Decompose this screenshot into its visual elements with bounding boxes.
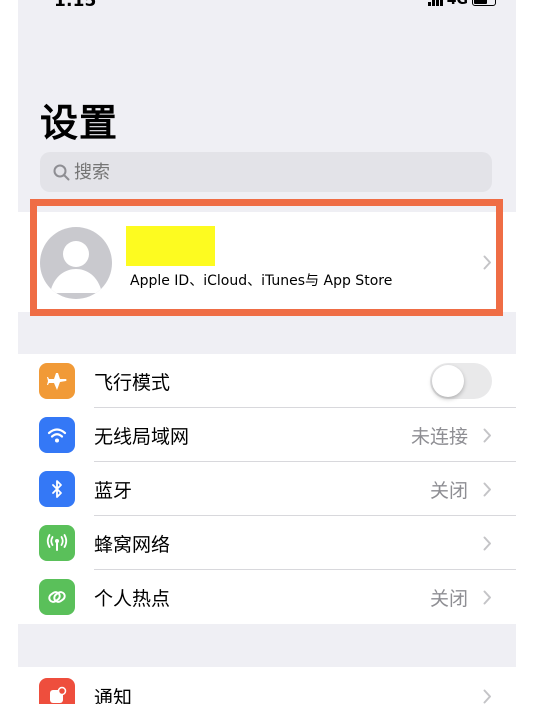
row-value-personal-hotspot: 关闭 (429, 587, 468, 610)
row-airplane-mode[interactable]: 飞行模式 (18, 354, 516, 408)
chevron-right-icon (482, 535, 492, 551)
connectivity-group: 飞行模式 无线局域网 未连接 蓝牙 关闭 蜂窝网络 个人热点 关闭 (18, 354, 516, 624)
search-bar[interactable] (40, 152, 492, 192)
notifications-group: 通知 (18, 667, 516, 704)
status-indicators: 4G (427, 0, 496, 8)
row-personal-hotspot[interactable]: 个人热点 关闭 (18, 570, 516, 624)
row-label-wifi: 无线局域网 (94, 425, 190, 448)
apple-id-profile-row[interactable]: Apple ID、iCloud、iTunes与 App Store (18, 212, 516, 312)
cellular-icon (39, 525, 75, 561)
row-wifi[interactable]: 无线局域网 未连接 (18, 408, 516, 462)
chevron-right-icon (482, 254, 492, 270)
row-label-personal-hotspot: 个人热点 (94, 587, 171, 610)
redacted-name (126, 226, 215, 266)
notifications-icon (39, 678, 75, 704)
search-input[interactable] (74, 161, 454, 183)
profile-subtitle: Apple ID、iCloud、iTunes与 App Store (130, 273, 393, 289)
row-cellular[interactable]: 蜂窝网络 (18, 516, 516, 570)
wifi-icon (39, 417, 75, 453)
search-icon (52, 163, 70, 181)
chevron-right-icon (482, 481, 492, 497)
row-value-bluetooth: 关闭 (429, 479, 468, 502)
row-label-airplane-mode: 飞行模式 (94, 371, 171, 394)
row-label-bluetooth: 蓝牙 (94, 479, 133, 502)
chevron-right-icon (482, 427, 492, 443)
status-time: 1:15 (54, 0, 97, 11)
row-label-cellular: 蜂窝网络 (94, 533, 171, 556)
toggle-knob (432, 365, 464, 397)
page-title: 设置 (40, 101, 119, 145)
row-notifications[interactable]: 通知 (18, 667, 516, 704)
chevron-right-icon (482, 589, 492, 605)
settings-screen: 1:15 4G 设置 Apple ID、iCloud、iTunes与 App S… (18, 0, 516, 704)
chevron-right-icon (482, 688, 492, 704)
row-bluetooth[interactable]: 蓝牙 关闭 (18, 462, 516, 516)
signal-icon (427, 0, 443, 6)
bluetooth-icon (39, 471, 75, 507)
network-label: 4G (446, 0, 468, 8)
hotspot-icon (39, 579, 75, 615)
battery-icon (472, 0, 496, 6)
avatar (40, 227, 112, 299)
row-value-wifi: 未连接 (410, 425, 468, 448)
airplane-icon (39, 363, 75, 399)
airplane-mode-toggle[interactable] (430, 363, 492, 399)
row-label-notifications: 通知 (94, 686, 133, 704)
